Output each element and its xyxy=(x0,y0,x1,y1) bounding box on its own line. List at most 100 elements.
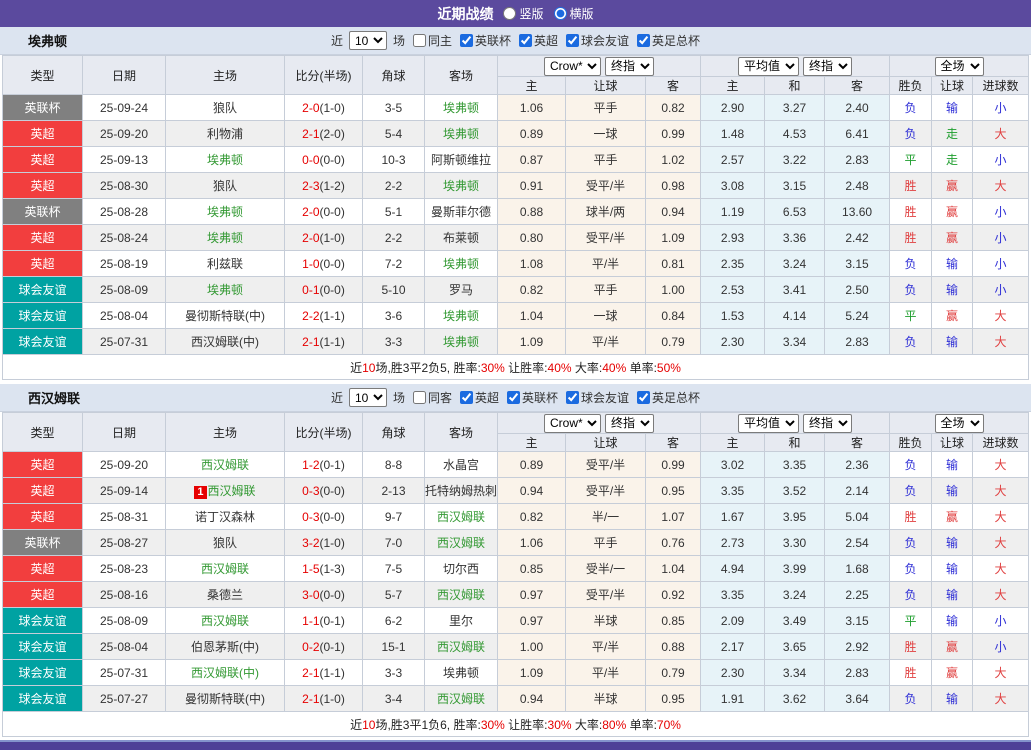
league-checkbox-球会友谊-option[interactable]: 球会友谊 xyxy=(562,389,629,406)
league-checkbox-英联杯[interactable] xyxy=(507,391,520,404)
home-team-cell: 埃弗顿 xyxy=(166,225,285,251)
league-checkbox-英联杯-label: 英联杯 xyxy=(475,32,511,49)
same-side-checkbox-option[interactable]: 同主 xyxy=(409,32,452,49)
avg-draw-odds: 3.65 xyxy=(765,634,825,660)
avg-home-odds: 2.35 xyxy=(701,251,765,277)
result-goals: 大 xyxy=(973,556,1029,582)
match-row: 球会友谊25-07-27曼彻斯特联(中)2-1(1-0)3-4西汉姆联0.94半… xyxy=(3,686,1029,712)
result-handicap: 输 xyxy=(932,452,973,478)
layout-option-vertical[interactable]: 竖版 xyxy=(503,5,543,22)
league-checkbox-英足总杯[interactable] xyxy=(637,391,650,404)
halftime-score: (0-0) xyxy=(320,205,345,219)
match-row: 英联杯25-09-24狼队2-0(1-0)3-5埃弗顿1.06平手0.822.9… xyxy=(3,95,1029,121)
fulltime-score: 3-0 xyxy=(302,588,319,602)
avg-home-odds: 2.53 xyxy=(701,277,765,303)
avg-draw-odds: 3.62 xyxy=(765,686,825,712)
league-checkbox-英联杯-option[interactable]: 英联杯 xyxy=(456,32,511,49)
league-checkbox-英超[interactable] xyxy=(519,34,532,47)
corners-cell: 3-5 xyxy=(363,95,425,121)
avg-draw-odds: 3.15 xyxy=(765,173,825,199)
away-team-cell: 切尔西 xyxy=(425,556,498,582)
league-badge: 英超 xyxy=(3,121,83,147)
avg-away-odds: 2.48 xyxy=(825,173,890,199)
bookmaker-select[interactable]: Crow* xyxy=(544,414,601,433)
avg-final-select[interactable]: 终指 xyxy=(803,57,852,76)
bookmaker-select[interactable]: Crow* xyxy=(544,57,601,76)
league-checkbox-英足总杯[interactable] xyxy=(637,34,650,47)
col-header: 客场 xyxy=(425,56,498,95)
result-winlose: 胜 xyxy=(890,225,932,251)
same-side-checkbox[interactable] xyxy=(413,391,426,404)
scope-select[interactable]: 全场 xyxy=(935,414,984,433)
handicap-home-odds: 1.06 xyxy=(498,530,566,556)
avg-away-odds: 2.36 xyxy=(825,452,890,478)
handicap-away-odds: 0.98 xyxy=(646,173,701,199)
col-subheader: 进球数 xyxy=(973,434,1029,452)
league-checkbox-英超[interactable] xyxy=(460,391,473,404)
result-goals: 小 xyxy=(973,199,1029,225)
same-side-checkbox-label: 同主 xyxy=(428,32,452,49)
avg-final-select[interactable]: 终指 xyxy=(803,414,852,433)
halftime-score: (0-0) xyxy=(320,588,345,602)
layout-option-horizontal[interactable]: 横版 xyxy=(554,5,594,22)
away-team-cell: 西汉姆联 xyxy=(425,504,498,530)
corners-cell: 5-10 xyxy=(363,277,425,303)
fulltime-score: 1-5 xyxy=(302,562,319,576)
league-checkbox-球会友谊[interactable] xyxy=(566,34,579,47)
col-header: 日期 xyxy=(83,413,166,452)
score-cell: 0-2(0-1) xyxy=(285,634,363,660)
result-handicap: 走 xyxy=(932,121,973,147)
league-checkbox-英联杯-option[interactable]: 英联杯 xyxy=(503,389,558,406)
handicap-home-odds: 0.94 xyxy=(498,478,566,504)
book-final-select[interactable]: 终指 xyxy=(605,57,654,76)
date-cell: 25-08-24 xyxy=(83,225,166,251)
home-team-cell: 伯恩茅斯(中) xyxy=(166,634,285,660)
result-goals: 大 xyxy=(973,686,1029,712)
handicap-home-odds: 1.09 xyxy=(498,660,566,686)
book-final-select[interactable]: 终指 xyxy=(605,414,654,433)
away-team-cell: 埃弗顿 xyxy=(425,121,498,147)
away-team-name: 埃弗顿 xyxy=(443,179,479,193)
score-cell: 0-3(0-0) xyxy=(285,504,363,530)
avg-home-odds: 2.73 xyxy=(701,530,765,556)
league-checkbox-英超-option[interactable]: 英超 xyxy=(456,389,499,406)
layout-vertical-radio[interactable] xyxy=(503,7,516,20)
average-select[interactable]: 平均值 xyxy=(738,57,799,76)
league-checkbox-英足总杯-option[interactable]: 英足总杯 xyxy=(633,32,700,49)
away-team-name: 里尔 xyxy=(449,614,473,628)
halftime-score: (1-1) xyxy=(320,309,345,323)
league-checkbox-球会友谊-option[interactable]: 球会友谊 xyxy=(562,32,629,49)
match-count-select[interactable]: 10 xyxy=(349,388,387,407)
scope-select[interactable]: 全场 xyxy=(935,57,984,76)
date-cell: 25-08-23 xyxy=(83,556,166,582)
team-name: 西汉姆联 xyxy=(28,388,80,407)
score-cell: 0-0(0-0) xyxy=(285,147,363,173)
same-side-checkbox-option[interactable]: 同客 xyxy=(409,389,452,406)
handicap-line: 一球 xyxy=(566,303,646,329)
handicap-line: 平/半 xyxy=(566,660,646,686)
home-team-name: 狼队 xyxy=(213,179,237,193)
handicap-away-odds: 0.99 xyxy=(646,452,701,478)
same-side-checkbox[interactable] xyxy=(413,34,426,47)
league-checkbox-英超-option[interactable]: 英超 xyxy=(515,32,558,49)
score-cell: 2-0(1-0) xyxy=(285,225,363,251)
match-count-select[interactable]: 10 xyxy=(349,31,387,50)
avg-draw-odds: 3.95 xyxy=(765,504,825,530)
corners-cell: 9-7 xyxy=(363,504,425,530)
result-goals: 大 xyxy=(973,303,1029,329)
league-checkbox-英足总杯-option[interactable]: 英足总杯 xyxy=(633,389,700,406)
home-team-cell: 狼队 xyxy=(166,173,285,199)
date-cell: 25-08-09 xyxy=(83,608,166,634)
handicap-home-odds: 0.91 xyxy=(498,173,566,199)
league-badge: 英超 xyxy=(3,251,83,277)
league-checkbox-英联杯[interactable] xyxy=(460,34,473,47)
halftime-score: (0-0) xyxy=(320,484,345,498)
home-team-name: 曼彻斯特联(中) xyxy=(185,309,265,323)
average-select[interactable]: 平均值 xyxy=(738,414,799,433)
scope-header-cell: 全场 xyxy=(890,56,1029,77)
match-row: 英联杯25-08-28埃弗顿2-0(0-0)5-1曼斯菲尔德0.88球半/两0.… xyxy=(3,199,1029,225)
corners-cell: 3-3 xyxy=(363,660,425,686)
league-checkbox-球会友谊[interactable] xyxy=(566,391,579,404)
layout-horizontal-radio[interactable] xyxy=(554,7,567,20)
summary-line: 近10场,胜3平1负6, 胜率:30% 让胜率:30% 大率:80% 单率:70… xyxy=(3,712,1029,737)
